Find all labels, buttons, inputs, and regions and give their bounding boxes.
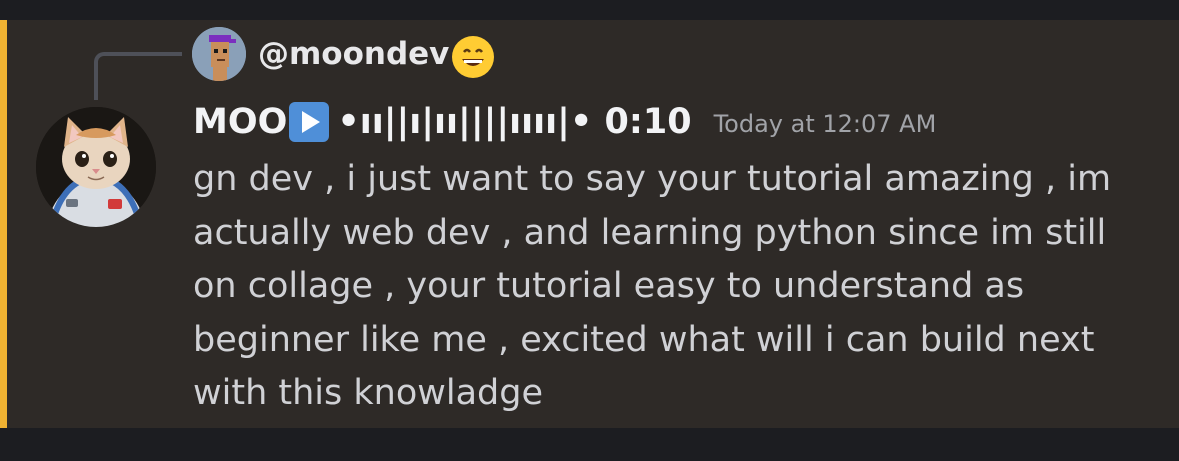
- message-content: gn dev , i just want to say your tutoria…: [193, 153, 1153, 421]
- astronaut-cat-avatar-icon: [36, 107, 156, 227]
- voice-duration: 0:10: [604, 102, 692, 142]
- highlight-bar: [0, 20, 7, 428]
- voice-waveform: •ıı||ı|ıı||||ıııı|• 0:10: [337, 100, 691, 144]
- message-header: MOO •ıı||ı|ıı||||ıııı|• 0:10 Today at 12:0…: [193, 100, 936, 144]
- author-name[interactable]: MOO: [193, 100, 287, 144]
- message-line: gn dev , i just want to say your tutoria…: [193, 159, 1112, 199]
- waveform-bars: •ıı||ı|ıı||||ıııı|•: [337, 102, 593, 142]
- grinning-face-emoji-icon: [452, 36, 494, 78]
- message-container[interactable]: @moondev MOO •ıı||ı|ıı||||ıııı|• 0:10 To…: [0, 20, 1179, 428]
- play-button-icon: [289, 102, 330, 142]
- author-avatar[interactable]: [36, 107, 156, 227]
- message-line: on collage , your tutorial easy to under…: [193, 266, 1025, 306]
- message-line: actually web dev , and learning python s…: [193, 212, 1107, 253]
- message-line: beginner like me , excited what will i c…: [193, 319, 1095, 360]
- reply-username[interactable]: @moondev: [258, 34, 449, 74]
- reply-avatar[interactable]: [192, 27, 246, 81]
- reply-connector: [94, 52, 182, 100]
- pixel-punk-avatar-icon: [192, 27, 246, 81]
- message-line: with this knowladge: [193, 373, 543, 413]
- message-timestamp[interactable]: Today at 12:07 AM: [714, 102, 937, 146]
